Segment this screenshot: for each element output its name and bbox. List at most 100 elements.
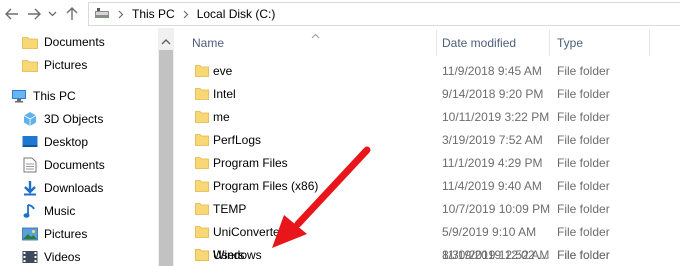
file-name: eve <box>213 64 233 78</box>
scrollbar-thumb[interactable] <box>159 50 173 266</box>
file-type: File folder <box>557 110 610 124</box>
nav-item-label: Music <box>44 204 76 218</box>
recent-locations-button[interactable] <box>46 5 58 23</box>
file-date: 3/19/2019 7:52 AM <box>442 133 543 147</box>
nav-item-label: 3D Objects <box>44 112 104 126</box>
nav-item-label: This PC <box>33 89 76 103</box>
nav-item-label: Pictures <box>44 227 88 241</box>
nav-item-label: Documents <box>44 158 105 172</box>
file-date: 5/9/2019 9:10 AM <box>442 225 537 239</box>
nav-item-pictures-quick[interactable]: Pictures <box>0 54 160 76</box>
breadcrumb-local-disk[interactable]: Local Disk (C:) <box>197 7 276 21</box>
cube-icon <box>22 111 38 127</box>
breadcrumb-separator[interactable] <box>118 10 124 19</box>
folder-icon <box>195 179 209 195</box>
forward-button[interactable] <box>26 5 42 23</box>
chevron-down-icon <box>48 11 56 17</box>
column-divider[interactable] <box>649 30 650 56</box>
desktop-icon <box>22 134 38 150</box>
file-name: TEMP <box>213 202 247 216</box>
folder-icon <box>195 156 209 172</box>
folder-icon <box>195 133 209 149</box>
table-row[interactable]: TEMP 10/7/2019 10:09 PM File folder <box>176 198 680 220</box>
table-row[interactable]: me 10/11/2019 3:22 PM File folder <box>176 106 680 128</box>
file-name: UniConverter <box>213 225 284 239</box>
file-type: File folder <box>557 64 610 78</box>
nav-item-label: Documents <box>44 35 105 49</box>
table-row[interactable]: PerfLogs 3/19/2019 7:52 AM File folder <box>176 129 680 151</box>
folder-icon <box>195 202 209 218</box>
column-header-type[interactable]: Type <box>557 28 667 58</box>
folder-icon <box>195 248 209 264</box>
download-icon <box>22 180 38 196</box>
file-type: File folder <box>557 225 610 239</box>
nav-item-3d-objects[interactable]: 3D Objects <box>0 108 160 130</box>
file-date: 11/19/2019 12:02 ... <box>442 248 548 262</box>
file-type: File folder <box>557 133 610 147</box>
column-header-name[interactable]: Name <box>192 28 437 58</box>
file-name: Intel <box>213 87 236 101</box>
file-date: 11/9/2018 9:45 AM <box>442 64 542 78</box>
breadcrumb-separator[interactable] <box>183 10 189 19</box>
folder-icon <box>22 57 38 73</box>
music-icon <box>22 203 38 219</box>
computer-icon <box>95 8 109 18</box>
videos-icon <box>22 249 38 265</box>
file-date: 10/11/2019 3:22 PM <box>442 110 550 124</box>
arrow-up-icon <box>66 7 78 20</box>
computer-icon <box>11 88 27 104</box>
file-type: File folder <box>557 202 610 216</box>
table-row[interactable]: Intel 9/14/2018 9:20 PM File folder <box>176 83 680 105</box>
arrow-left-icon <box>5 8 18 20</box>
nav-item-music[interactable]: Music <box>0 200 160 222</box>
nav-item-pictures[interactable]: Pictures <box>0 223 160 245</box>
nav-pane-scrollbar[interactable] <box>158 28 174 266</box>
folder-icon <box>195 87 209 103</box>
file-type: File folder <box>557 248 610 262</box>
chevron-right-icon <box>118 10 124 18</box>
document-icon <box>22 157 38 173</box>
column-header-date-modified[interactable]: Date modified <box>442 28 557 58</box>
file-date: 11/4/2019 9:40 AM <box>442 179 542 193</box>
file-type: File folder <box>557 156 610 170</box>
file-type: File folder <box>557 87 610 101</box>
table-row[interactable]: Windows 11/19/2019 12:02 ... File folder <box>176 244 680 266</box>
file-name: me <box>213 110 230 124</box>
nav-item-label: Pictures <box>44 58 88 72</box>
pictures-icon <box>22 226 38 242</box>
folder-icon <box>195 225 209 241</box>
nav-item-videos[interactable]: Videos <box>0 246 160 266</box>
column-divider[interactable] <box>436 30 437 56</box>
arrow-right-icon <box>28 8 41 20</box>
nav-item-label: Videos <box>44 250 81 264</box>
file-name: Windows <box>213 248 262 262</box>
folder-icon <box>195 110 209 126</box>
nav-item-label: Desktop <box>44 135 89 149</box>
table-row[interactable]: Program Files 11/1/2019 4:29 PM File fol… <box>176 152 680 174</box>
navigation-pane: Documents Pictures This PC 3D Objects De… <box>0 28 176 266</box>
nav-item-documents-quick[interactable]: Documents <box>0 31 160 53</box>
nav-item-desktop[interactable]: Desktop <box>0 131 160 153</box>
address-toolbar: This PC Local Disk (C:) <box>0 0 680 28</box>
file-name: Program Files <box>213 156 288 170</box>
up-button[interactable] <box>64 5 80 23</box>
scroll-up-arrow-icon[interactable] <box>161 34 171 48</box>
address-box[interactable]: This PC Local Disk (C:) <box>88 2 680 26</box>
nav-item-label: Downloads <box>44 181 104 195</box>
column-divider[interactable] <box>549 30 550 56</box>
file-date: 9/14/2018 9:20 PM <box>442 87 544 101</box>
table-row[interactable]: Program Files (x86) 11/4/2019 9:40 AM Fi… <box>176 175 680 197</box>
table-row[interactable]: eve 11/9/2018 9:45 AM File folder <box>176 60 680 82</box>
nav-item-this-pc[interactable]: This PC <box>0 85 160 107</box>
nav-item-documents[interactable]: Documents <box>0 154 160 176</box>
file-name: PerfLogs <box>213 133 262 147</box>
chevron-right-icon <box>183 10 189 18</box>
nav-item-downloads[interactable]: Downloads <box>0 177 160 199</box>
file-name: Program Files (x86) <box>213 179 319 193</box>
table-row[interactable]: UniConverter 5/9/2019 9:10 AM File folde… <box>176 221 680 243</box>
file-date: 11/1/2019 4:29 PM <box>442 156 543 170</box>
file-date: 10/7/2019 10:09 PM <box>442 202 551 216</box>
folder-icon <box>22 34 38 50</box>
back-button[interactable] <box>4 5 20 23</box>
breadcrumb-this-pc[interactable]: This PC <box>132 7 175 21</box>
